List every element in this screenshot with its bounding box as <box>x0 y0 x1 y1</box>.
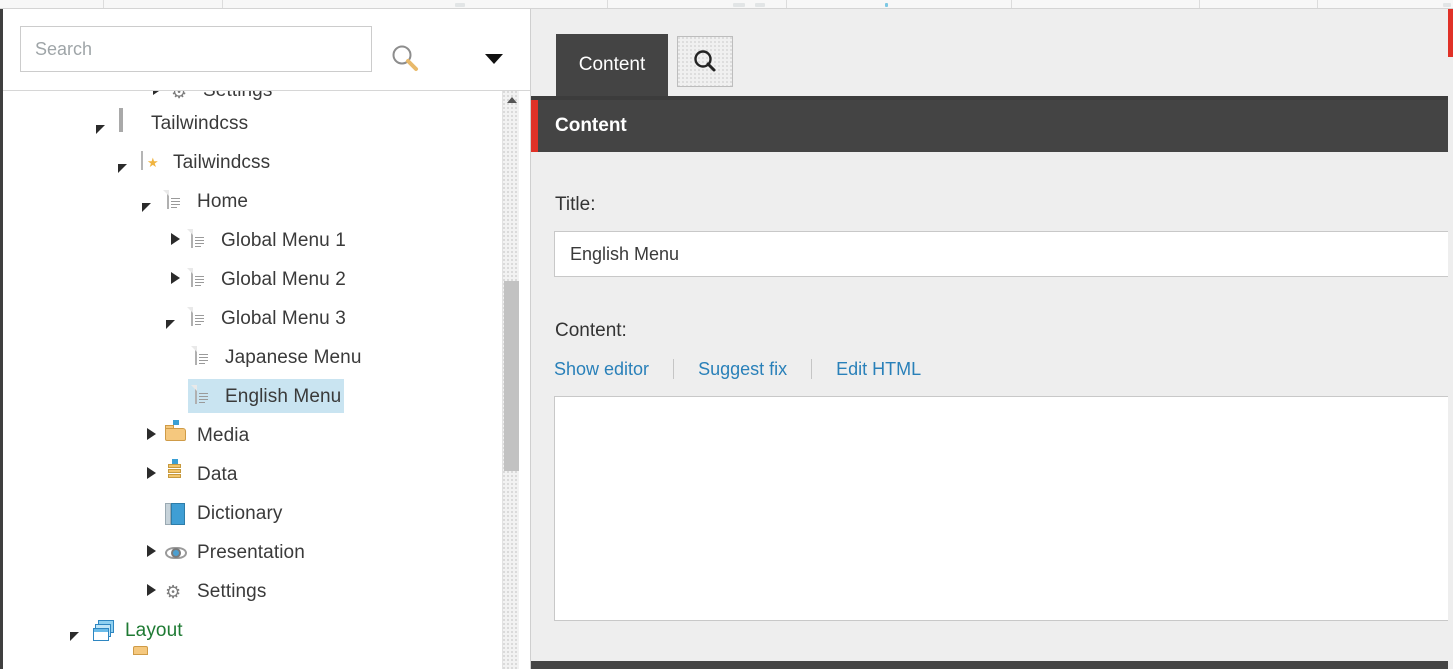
right-edge-accent <box>1448 9 1453 669</box>
toolbar-divider <box>607 0 608 8</box>
chevron-right-icon[interactable] <box>137 583 165 601</box>
toolbar-icon-ghost <box>455 3 465 7</box>
layout-icon <box>93 619 117 642</box>
document-icon <box>193 345 217 369</box>
folder-icon <box>131 646 155 668</box>
tree-item-global-menu-2[interactable]: Global Menu 2 <box>3 260 508 299</box>
tree-item-next-clipped[interactable] <box>3 646 508 664</box>
chevron-right-icon[interactable] <box>161 232 189 250</box>
edit-html-link[interactable]: Edit HTML <box>836 359 921 380</box>
title-input[interactable] <box>554 231 1453 277</box>
gear-icon: ⚙ <box>165 582 182 602</box>
window-icon <box>119 107 143 135</box>
tree-item-settings-top[interactable]: ⚙ Settings <box>3 91 508 104</box>
document-icon <box>165 189 189 213</box>
search-icon[interactable] <box>389 43 421 75</box>
chevron-right-icon[interactable] <box>137 466 165 484</box>
chevron-right-icon[interactable] <box>161 271 189 289</box>
tree-item-home[interactable]: Home <box>3 182 508 221</box>
toolbar-icon-ghost <box>1443 3 1451 7</box>
chevron-down-icon[interactable] <box>91 115 119 134</box>
toolbar-icon-ghost <box>885 3 888 7</box>
document-icon <box>189 267 213 291</box>
suggest-fix-link[interactable]: Suggest fix <box>698 359 787 380</box>
chevron-down-icon[interactable] <box>483 51 505 65</box>
gear-icon: ⚙ <box>171 91 188 102</box>
editor-pane: Content Content Title: Content: Show edi… <box>531 9 1453 669</box>
tree-item-layout[interactable]: Layout <box>3 611 508 650</box>
tab-search-button[interactable] <box>677 36 733 87</box>
toolbar-icon-ghost <box>755 3 765 7</box>
chevron-down-icon[interactable] <box>137 193 165 212</box>
toolbar-divider <box>103 0 104 8</box>
toolbar-icon-ghost <box>733 3 745 7</box>
search-icon <box>694 49 716 71</box>
tab-content-label: Content <box>578 54 646 75</box>
content-textarea[interactable] <box>554 396 1453 621</box>
tree-item-tailwindcss-site[interactable]: Tailwindcss <box>3 104 508 143</box>
tree-item-english-menu[interactable]: English Menu <box>3 377 508 416</box>
editor-bottom-bar <box>531 661 1453 669</box>
toolbar-divider <box>222 0 223 8</box>
tab-content[interactable]: Content <box>556 34 668 96</box>
document-icon <box>193 384 217 408</box>
tree-item-global-menu-1[interactable]: Global Menu 1 <box>3 221 508 260</box>
content-section-header: Content <box>531 96 1453 152</box>
dictionary-icon <box>165 502 189 525</box>
tree-item-japanese-menu[interactable]: Japanese Menu <box>3 338 508 377</box>
chevron-down-icon[interactable] <box>161 310 189 329</box>
tree-scrollbar-thumb[interactable] <box>504 281 519 471</box>
tree-item-global-menu-3[interactable]: Global Menu 3 <box>3 299 508 338</box>
content-tree: ⚙ Settings Tailwindcss ★ Tailwindcss <box>3 91 530 669</box>
toolbar-divider <box>1317 0 1318 8</box>
link-separator <box>811 359 813 379</box>
tree-item-media[interactable]: Media <box>3 416 508 455</box>
show-editor-link[interactable]: Show editor <box>554 359 649 380</box>
search-input[interactable] <box>20 26 372 72</box>
tree-item-data[interactable]: Data <box>3 455 508 494</box>
section-accent-bar <box>531 100 538 152</box>
toolbar-divider <box>786 0 787 8</box>
tree-search-bar <box>3 9 530 91</box>
section-title: Content <box>555 115 627 136</box>
document-icon <box>189 306 213 330</box>
link-separator <box>673 359 675 379</box>
title-label: Title: <box>555 194 596 215</box>
chevron-down-icon[interactable] <box>113 154 141 173</box>
tree-item-dictionary[interactable]: Dictionary <box>3 494 508 533</box>
eye-icon <box>165 542 189 564</box>
chevron-right-icon[interactable] <box>143 91 171 100</box>
content-tree-pane: ⚙ Settings Tailwindcss ★ Tailwindcss <box>0 9 531 669</box>
tree-item-settings[interactable]: ⚙ Settings <box>3 572 508 611</box>
data-icon <box>165 458 189 486</box>
scroll-up-arrow-icon[interactable] <box>503 91 520 108</box>
toolbar-divider <box>1199 0 1200 8</box>
star-window-icon: ★ <box>141 150 165 174</box>
chevron-right-icon[interactable] <box>137 544 165 562</box>
content-label: Content: <box>555 320 627 341</box>
toolbar-divider <box>1011 0 1012 8</box>
tree-scrollbar[interactable] <box>502 91 519 669</box>
document-icon <box>189 228 213 252</box>
editor-actions: Show editor Suggest fix Edit HTML <box>554 357 921 381</box>
chevron-right-icon[interactable] <box>137 427 165 445</box>
chevron-down-icon[interactable] <box>65 622 93 641</box>
editor-tab-strip: Content <box>531 9 1453 96</box>
tree-item-tailwindcss-root[interactable]: ★ Tailwindcss <box>3 143 508 182</box>
content-form: Title: Content: Show editor Suggest fix … <box>531 152 1453 669</box>
tree-item-presentation[interactable]: Presentation <box>3 533 508 572</box>
top-toolbar-sliver <box>0 0 1453 9</box>
folder-icon <box>165 419 189 447</box>
